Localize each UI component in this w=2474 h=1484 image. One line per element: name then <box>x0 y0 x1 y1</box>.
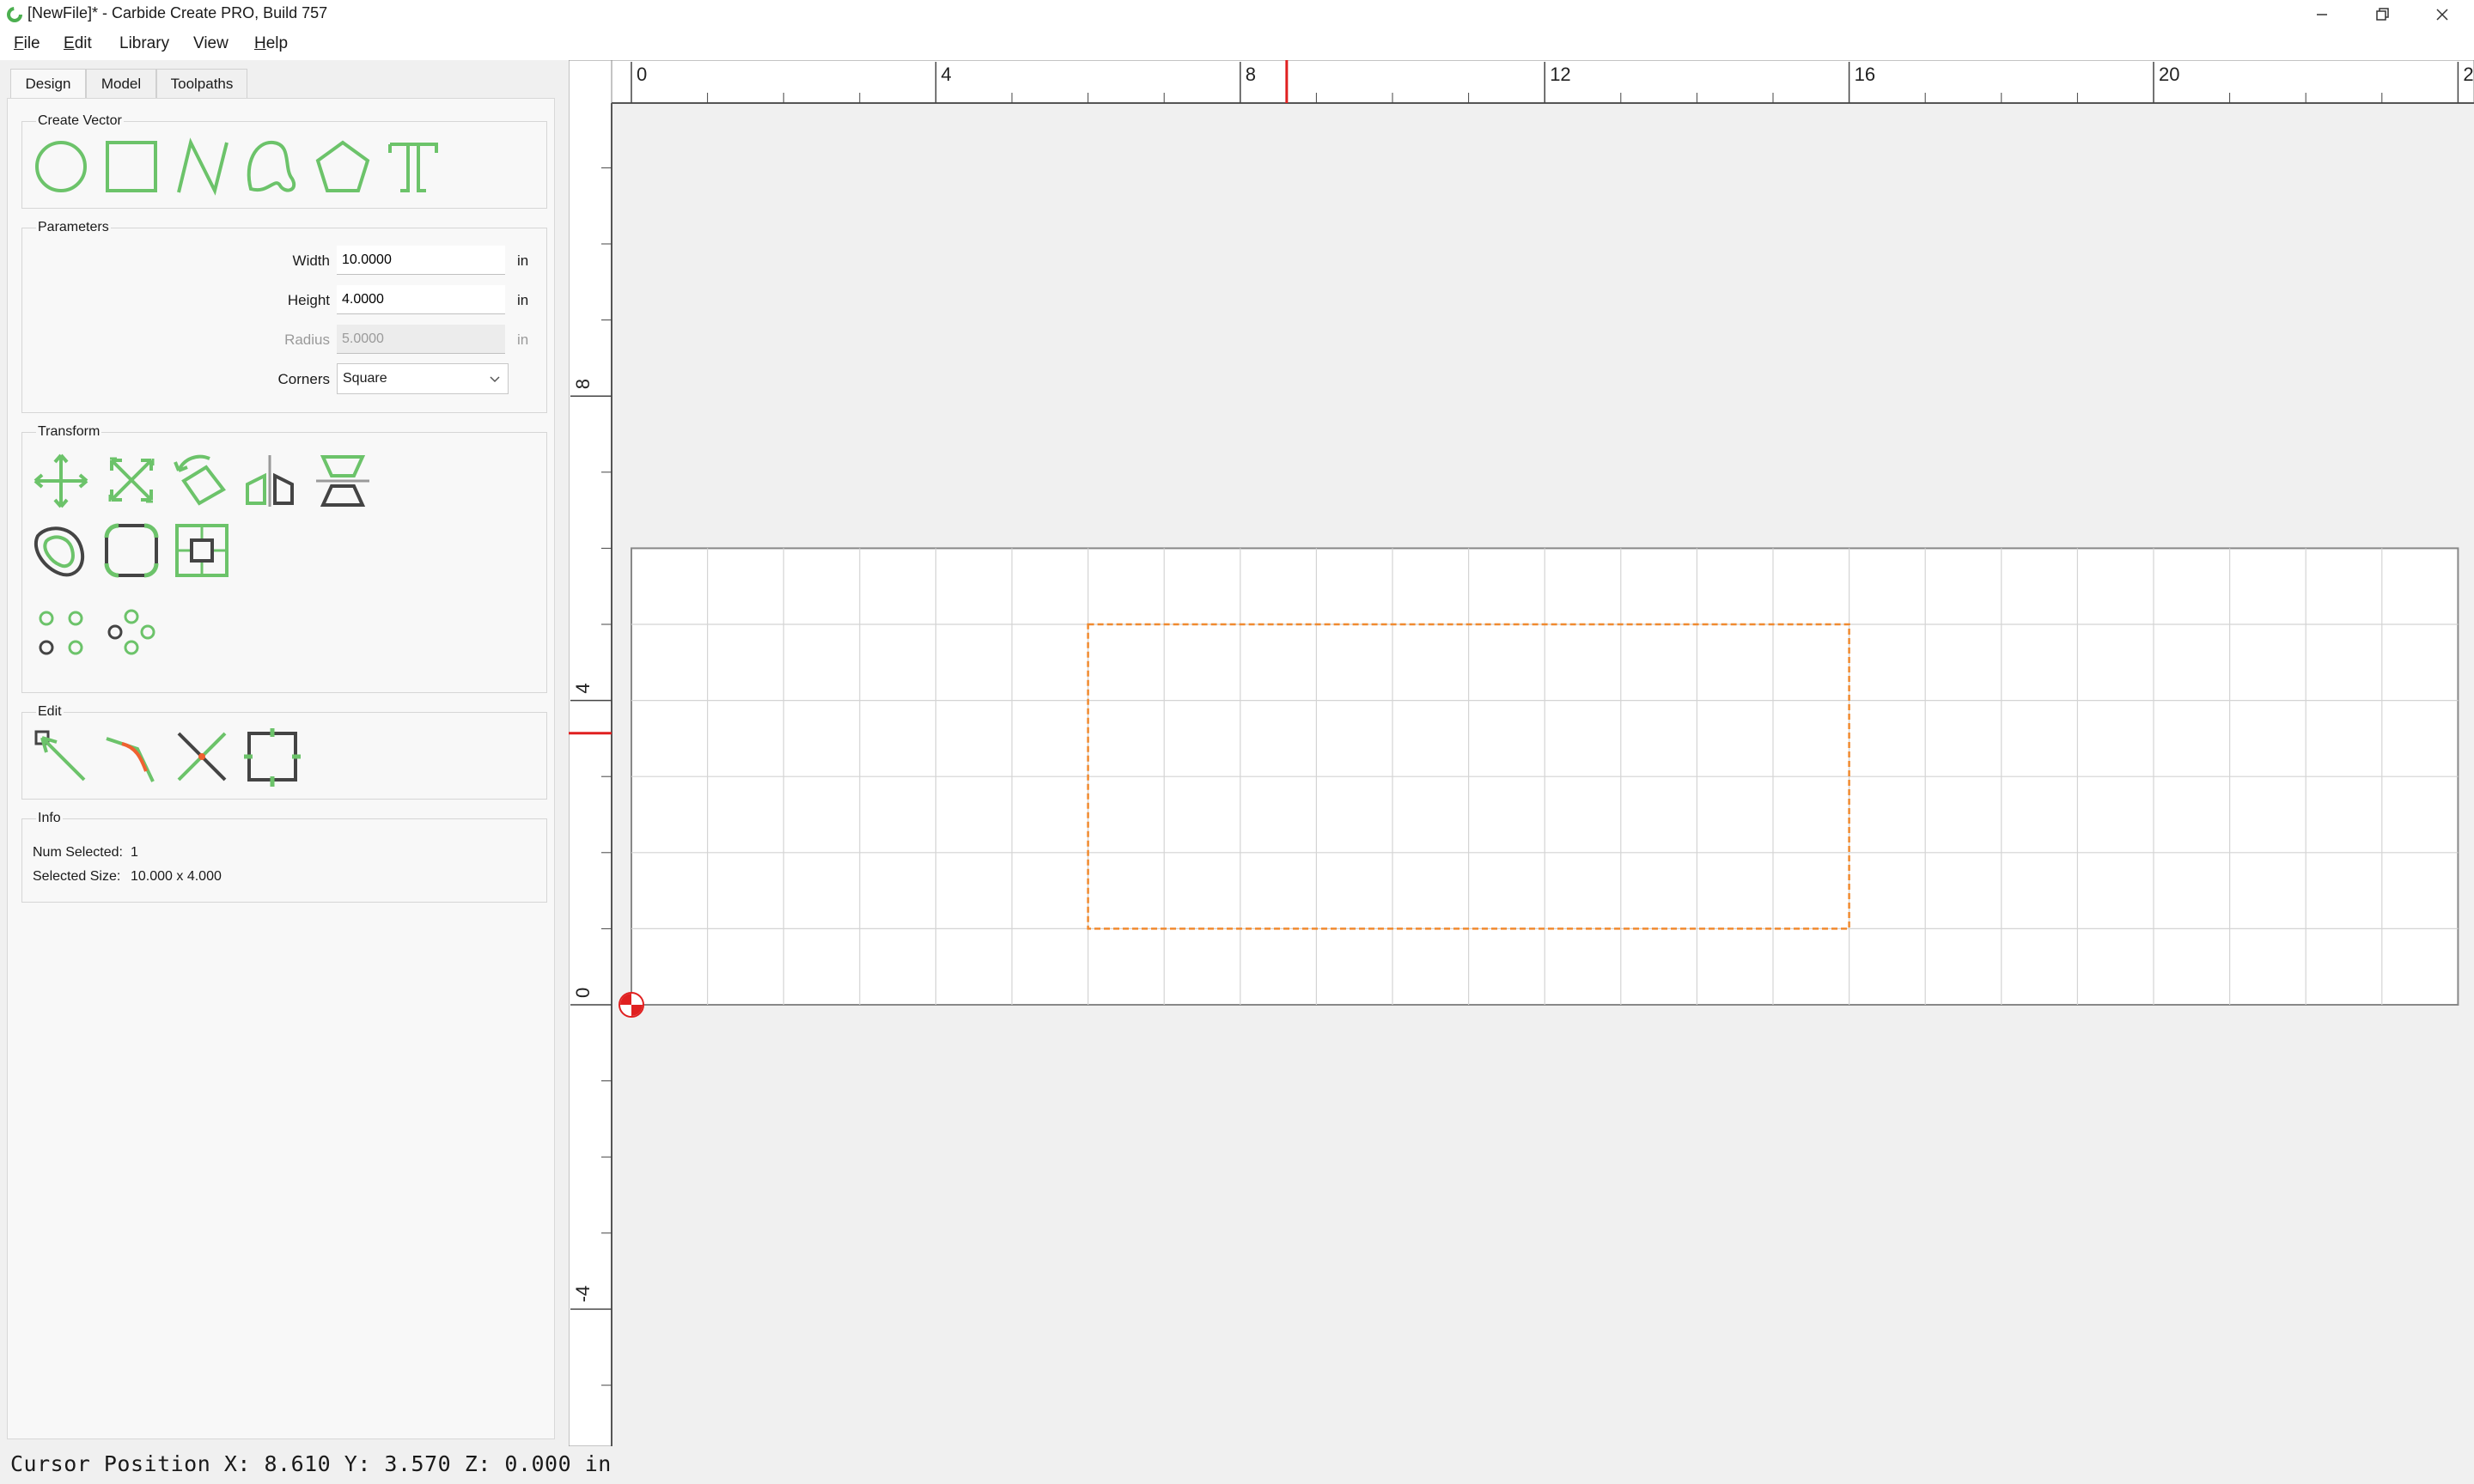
app-logo-icon <box>7 7 22 22</box>
info-title: Info <box>36 811 63 826</box>
restore-button[interactable] <box>2352 0 2412 29</box>
design-canvas[interactable]: 0 4 8 12 16 20 24 8 4 0 -4 <box>569 60 2474 1446</box>
tab-model[interactable]: Model <box>86 69 156 99</box>
boolean-icon[interactable] <box>172 520 232 582</box>
selected-size-value: 10.000 x 4.000 <box>131 869 222 884</box>
edit-title: Edit <box>36 704 64 720</box>
text-icon[interactable] <box>383 137 443 199</box>
scale-icon[interactable] <box>101 450 161 512</box>
window-title: [NewFile]* - Carbide Create PRO, Build 7… <box>27 4 328 21</box>
grid-array-icon[interactable] <box>31 603 91 665</box>
tab-toolpaths[interactable]: Toolpaths <box>156 69 247 99</box>
y-ruler-label: 8 <box>572 379 594 389</box>
cursor-position-readout: Cursor Position X: 8.610 Y: 3.570 Z: 0.0… <box>10 1451 612 1476</box>
x-ruler-label: 0 <box>637 64 647 85</box>
num-selected-label: Num Selected: <box>33 845 123 860</box>
x-ruler-label: 4 <box>941 64 951 85</box>
origin-marker-icon <box>618 992 644 1018</box>
parameters-group: Parameters Width in Height in Radius in … <box>21 220 547 413</box>
tab-design[interactable]: Design <box>10 69 86 99</box>
menu-edit[interactable]: Edit <box>64 34 92 53</box>
design-tab-body: Create Vector Parameters Width 10.0000 i… <box>7 98 555 1439</box>
curve-icon[interactable] <box>242 137 302 199</box>
fillet-icon[interactable] <box>101 520 161 582</box>
x-ruler-label: 8 <box>1246 64 1256 85</box>
smooth-icon[interactable] <box>101 727 161 788</box>
x-ruler-label: 12 <box>1550 64 1570 85</box>
mirror-icon[interactable] <box>242 450 302 512</box>
title-bar: [NewFile]* - Carbide Create PRO, Build 7… <box>0 0 2474 29</box>
circular-array-icon[interactable] <box>101 603 161 665</box>
menu-file[interactable]: File <box>14 34 40 53</box>
chevron-down-icon <box>490 376 500 383</box>
create-vector-group: Create Vector <box>21 113 547 209</box>
x-ruler <box>569 60 2474 104</box>
x-ruler-label: 16 <box>1855 64 1875 85</box>
menu-bar: File Edit Library View Help <box>0 29 2474 60</box>
y-ruler-label: 0 <box>572 988 594 998</box>
radius-input <box>337 325 505 354</box>
info-group: Info Num Selected: 1 Selected Size: 10.0… <box>21 811 547 903</box>
menu-help[interactable]: Help <box>254 34 288 53</box>
width-label: Width <box>292 252 330 269</box>
corners-value: Square <box>343 371 387 386</box>
rotate-icon[interactable] <box>172 450 232 512</box>
selected-size-label: Selected Size: <box>33 869 121 884</box>
y-ruler <box>569 60 612 1446</box>
height-label: Height <box>287 292 330 308</box>
height-unit: in <box>517 292 529 308</box>
minimize-icon <box>2317 14 2327 15</box>
x-ruler-label: 20 <box>2159 64 2179 85</box>
move-icon[interactable] <box>31 450 91 512</box>
x-ruler-label: 24 <box>2463 64 2474 85</box>
width-unit: in <box>517 252 529 269</box>
trim-icon[interactable] <box>172 727 232 788</box>
offset-icon[interactable] <box>31 520 91 582</box>
corners-label: Corners <box>277 371 330 387</box>
circle-icon[interactable] <box>31 137 91 199</box>
left-panel: Design Model Toolpaths Create Vector Par… <box>7 62 555 1439</box>
rectangle-icon[interactable] <box>101 137 161 199</box>
transform-title: Transform <box>36 424 102 440</box>
align-icon[interactable] <box>313 450 373 512</box>
width-input[interactable] <box>337 246 505 275</box>
transform-group: Transform <box>21 424 547 693</box>
restore-icon <box>2376 8 2389 21</box>
corners-select[interactable]: Square <box>337 363 509 394</box>
minimize-button[interactable] <box>2292 0 2352 29</box>
num-selected-value: 1 <box>131 845 138 860</box>
radius-label: Radius <box>284 331 330 348</box>
radius-unit: in <box>517 331 529 348</box>
join-icon[interactable] <box>242 727 302 788</box>
close-button[interactable] <box>2412 0 2472 29</box>
menu-view[interactable]: View <box>193 34 229 53</box>
node-edit-icon[interactable] <box>31 727 91 788</box>
parameters-title: Parameters <box>36 220 111 235</box>
polyline-icon[interactable] <box>172 137 232 199</box>
edit-group: Edit <box>21 704 547 800</box>
y-ruler-label: 4 <box>572 683 594 693</box>
menu-library[interactable]: Library <box>119 34 169 53</box>
height-input[interactable] <box>337 285 505 314</box>
y-ruler-label: -4 <box>572 1286 594 1303</box>
close-icon <box>2436 9 2448 21</box>
create-vector-title: Create Vector <box>36 113 124 129</box>
polygon-icon[interactable] <box>313 137 373 199</box>
